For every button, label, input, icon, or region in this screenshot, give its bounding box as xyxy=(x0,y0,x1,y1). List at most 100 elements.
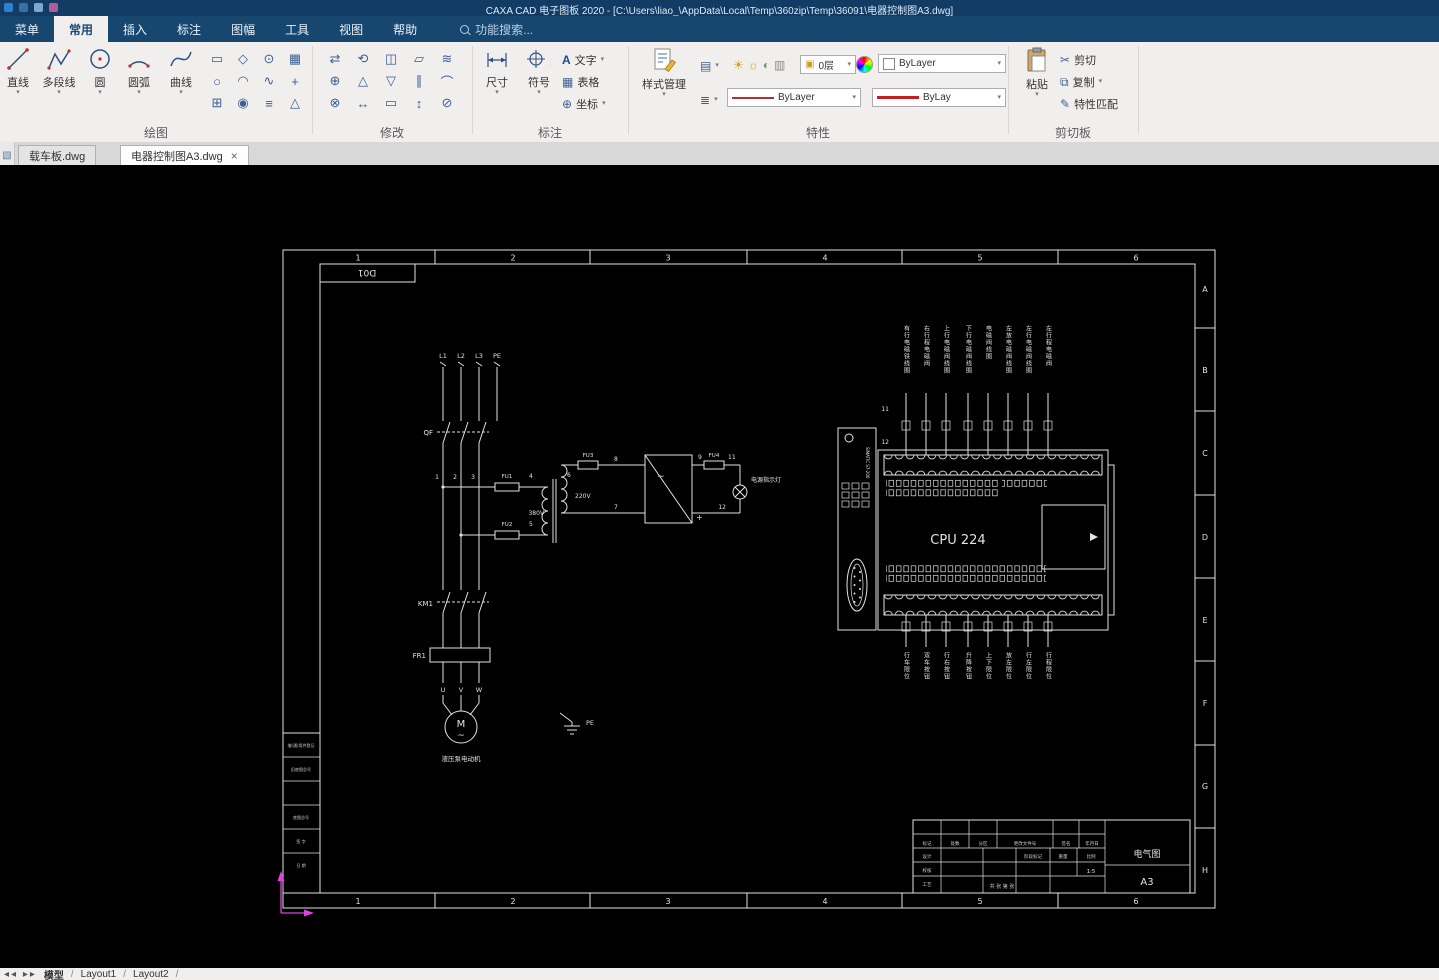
layer-freeze-icon[interactable]: ☼ xyxy=(748,58,759,72)
style-manager-button[interactable]: 样式管理 ▾ xyxy=(636,46,692,98)
hatch-icon[interactable]: ▦ xyxy=(282,48,308,70)
svg-text:左放电磁阀线圈: 左放电磁阀线圈 xyxy=(1005,324,1012,374)
line-tool-button[interactable]: 直线 ▾ xyxy=(2,46,34,96)
fillet-icon[interactable]: ⌒ xyxy=(434,70,460,92)
coordinate-tool-button[interactable]: ⊕ 坐标 ▾ xyxy=(562,94,606,114)
polyline-icon xyxy=(47,49,71,70)
dimension-tool-button[interactable]: 尺寸 ▾ xyxy=(478,46,516,96)
symbol-tool-button[interactable]: .1 符号 ▾ xyxy=(520,46,558,96)
offset-icon[interactable]: ▱ xyxy=(406,48,432,70)
svg-text:SIMATIC S7-200: SIMATIC S7-200 xyxy=(865,447,870,479)
dropdown-arrow-icon: ▾ xyxy=(997,93,1001,101)
doc-tab-dianqikongzhitu[interactable]: 电器控制图A3.dwg × xyxy=(120,145,249,165)
svg-text:放左限位: 放左限位 xyxy=(1005,651,1012,680)
copy-button[interactable]: ⧉ 复制 ▾ xyxy=(1060,72,1102,92)
svg-text:底图总号: 底图总号 xyxy=(293,814,309,820)
function-search[interactable]: 功能搜索... xyxy=(460,16,533,42)
svg-text:3: 3 xyxy=(665,897,670,906)
chamfer-icon[interactable]: ▽ xyxy=(378,70,404,92)
left-margin-cells: 借(通)用件登记 旧底图总号 底图总号 签 字 日 期 xyxy=(282,732,321,894)
doc-tab-zaicheban[interactable]: 载车板.dwg xyxy=(18,145,97,165)
layout-tab-model[interactable]: 模型 xyxy=(44,967,64,980)
multiline-icon[interactable]: ≡ xyxy=(256,92,282,114)
lineweight-dropdown[interactable]: ByLay ▾ xyxy=(872,88,1006,107)
paste-button[interactable]: 粘贴 ▾ xyxy=(1016,46,1058,98)
rectangle-icon[interactable]: ▭ xyxy=(204,48,230,70)
layout-nav-arrows[interactable]: ◂◂ ▸▸ xyxy=(4,969,37,980)
dropdown-arrow-icon: ▾ xyxy=(179,89,183,96)
dock-tool-icon-1[interactable]: ▧ xyxy=(2,150,11,161)
dropdown-arrow-icon: ▾ xyxy=(714,96,718,103)
svg-text:B: B xyxy=(1202,366,1208,375)
menu-item-menu[interactable]: 菜单 xyxy=(0,16,54,42)
grid-icon[interactable]: ⊞ xyxy=(204,92,230,114)
parallel-icon[interactable]: ∥ xyxy=(406,70,432,92)
menu-item-insert[interactable]: 插入 xyxy=(108,16,162,42)
circle-tool-button[interactable]: 圆 ▾ xyxy=(84,46,116,96)
menu-item-tools[interactable]: 工具 xyxy=(270,16,324,42)
layer-lock-icon[interactable]: ◐ xyxy=(763,58,770,72)
color-dropdown[interactable]: ByLayer ▾ xyxy=(878,54,1006,73)
svg-text:有行电磁铁线圈: 有行电磁铁线圈 xyxy=(903,324,910,374)
layout-tab-layout2[interactable]: Layout2 xyxy=(133,969,169,980)
drawing-canvas[interactable]: 1 2 3 4 5 6 1 2 3 4 5 6 A B C D E F G H … xyxy=(0,165,1439,968)
layer-tool-button[interactable]: ▤ ▾ xyxy=(700,56,719,76)
menu-item-home[interactable]: 常用 xyxy=(54,16,109,42)
donut-icon[interactable]: ◉ xyxy=(230,92,256,114)
stretch-icon[interactable]: ↔ xyxy=(350,92,376,114)
polygon-icon[interactable]: ◇ xyxy=(230,48,256,70)
arc-tool-button[interactable]: 圆弧 ▾ xyxy=(120,46,158,96)
svg-text:A: A xyxy=(1202,285,1208,294)
motor-label: 液压泵电动机 xyxy=(442,754,482,763)
close-tab-icon[interactable]: × xyxy=(231,149,238,163)
thermal-relay-label: FR1 xyxy=(413,652,426,660)
move-icon[interactable]: ⇄ xyxy=(322,48,348,70)
sheet-code: D01 xyxy=(358,267,376,277)
drawing-frame: 1 2 3 4 5 6 1 2 3 4 5 6 A B C D E F G H … xyxy=(282,249,1216,909)
svg-text:双车按钮: 双车按钮 xyxy=(923,652,930,680)
menu-item-view[interactable]: 视图 xyxy=(324,16,378,42)
triangle-icon[interactable]: △ xyxy=(282,92,308,114)
linetype-sample xyxy=(732,96,774,99)
table-tool-button[interactable]: ▦ 表格 xyxy=(562,72,599,92)
scale-icon[interactable]: ▭ xyxy=(378,92,404,114)
match-properties-icon: ✎ xyxy=(1060,97,1071,111)
layer-state-icons: ☀ ☼ ◐ ▥ xyxy=(733,58,785,72)
text-tool-button[interactable]: A 文字 ▾ xyxy=(562,50,604,70)
layer-on-icon[interactable]: ☀ xyxy=(733,58,744,72)
polyline-tool-button[interactable]: 多段线 ▾ xyxy=(36,46,82,96)
paper-size: A3 xyxy=(1140,877,1153,888)
spline-icon[interactable]: ∿ xyxy=(256,70,282,92)
arc3pt-icon[interactable]: ◠ xyxy=(230,70,256,92)
array-icon[interactable]: ≋ xyxy=(434,48,460,70)
color-swatch xyxy=(883,57,895,70)
layer-select-dropdown[interactable]: ▣ 0层 ▾ xyxy=(800,55,856,74)
point-icon[interactable]: ⊙ xyxy=(256,48,282,70)
linetype-dropdown[interactable]: ByLayer ▾ xyxy=(727,88,861,107)
layer-print-icon[interactable]: ▥ xyxy=(774,58,785,72)
svg-text:FU4: FU4 xyxy=(709,453,720,459)
layout-tab-layout1[interactable]: Layout1 xyxy=(81,969,117,980)
dropdown-arrow-icon: ▾ xyxy=(98,89,102,96)
linetype-icon: ≣ xyxy=(700,93,711,107)
cut-button[interactable]: ✂ 剪切 xyxy=(1060,50,1096,70)
extend-icon[interactable]: △ xyxy=(350,70,376,92)
menu-item-help[interactable]: 帮助 xyxy=(378,16,432,42)
svg-text:M: M xyxy=(457,719,466,730)
ellipse-icon[interactable]: ○ xyxy=(204,70,230,92)
match-properties-button[interactable]: ✎ 特性匹配 xyxy=(1060,94,1118,114)
svg-text:2: 2 xyxy=(510,897,515,906)
centerline-icon[interactable]: + xyxy=(282,70,308,92)
color-wheel-icon[interactable] xyxy=(856,56,873,73)
break-icon[interactable]: ⊗ xyxy=(322,92,348,114)
mirror-icon[interactable]: ◫ xyxy=(378,48,404,70)
rotate-icon[interactable]: ⟲ xyxy=(350,48,376,70)
curve-tool-button[interactable]: 曲线 ▾ xyxy=(162,46,200,96)
linetype-tool-button[interactable]: ≣ ▾ xyxy=(700,90,718,110)
trim-icon[interactable]: ⊕ xyxy=(322,70,348,92)
text-icon: A xyxy=(562,53,571,67)
lengthen-icon[interactable]: ↕ xyxy=(406,92,432,114)
erase-icon[interactable]: ⊘ xyxy=(434,92,460,114)
menu-item-sheet[interactable]: 图幅 xyxy=(216,16,270,42)
menu-item-annotate[interactable]: 标注 xyxy=(162,16,216,42)
